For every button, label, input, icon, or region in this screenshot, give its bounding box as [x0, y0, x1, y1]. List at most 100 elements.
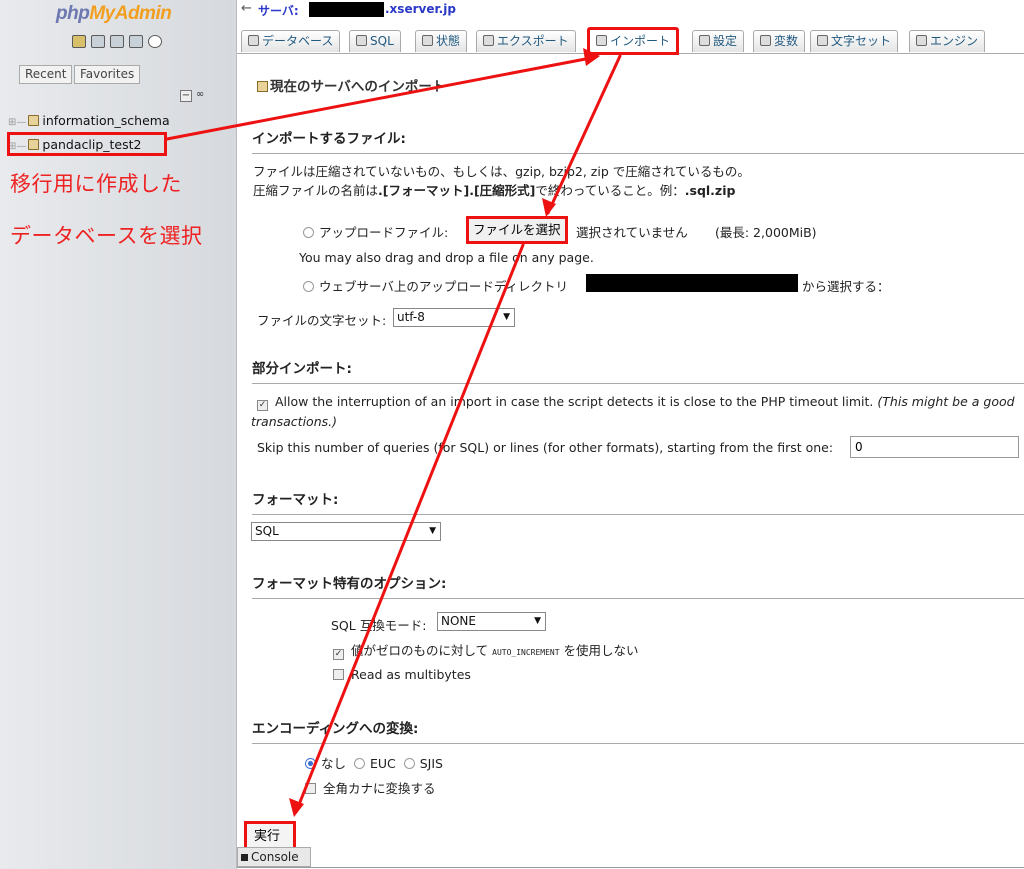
section-encoding-heading: エンコーディングへの変換: [252, 717, 1024, 744]
allow-interruption[interactable]: ✓ Allow the interruption of an import in … [257, 394, 1015, 411]
webserver-radio[interactable] [303, 281, 314, 292]
collapse-all-icon[interactable]: − [180, 90, 192, 102]
section-file-heading: インポートするファイル: [252, 127, 1024, 154]
top-menu: データベース SQL 状態 エクスポート インポート 設定 変数 文字セット エ… [237, 24, 1024, 55]
link-icon[interactable]: ∞ [194, 90, 206, 102]
read-multibytes[interactable]: Read as multibytes [333, 667, 471, 682]
encoding-none-radio[interactable] [305, 758, 316, 769]
format-select[interactable]: SQL ▼ [251, 522, 441, 541]
auto-inc-text-b: を使用しない [563, 643, 639, 658]
tab-export[interactable]: エクスポート [476, 30, 576, 52]
encoding-none-label: なし [321, 756, 347, 771]
chevron-down-icon: ▼ [429, 526, 436, 536]
encoding-sjis-label: SJIS [419, 756, 443, 771]
kana-checkbox[interactable] [305, 783, 316, 794]
upload-radio[interactable] [303, 227, 314, 238]
encoding-euc-radio[interactable] [353, 758, 365, 769]
phpmyadmin-logo[interactable]: phpMyAdmin [56, 3, 172, 25]
compat-value: NONE [441, 614, 476, 628]
allow-interrupt-checkbox[interactable]: ✓ [257, 400, 268, 411]
db-item-label: information_schema [42, 113, 170, 128]
tab-settings[interactable]: 設定 [692, 30, 745, 52]
tab-recent[interactable]: Recent [19, 65, 73, 84]
tab-import[interactable]: インポート [587, 27, 680, 55]
file-note-2b: .[フォーマット].[圧縮形式] [378, 183, 536, 198]
import-icon [596, 35, 607, 46]
home-icon[interactable] [72, 35, 86, 48]
max-size-text: (最長: 2,000MiB) [715, 225, 817, 240]
page-title: 現在のサーバへのインポート [257, 75, 445, 95]
allow-italic: (This might be a good [877, 394, 1015, 409]
skip-queries-input[interactable]: 0 [850, 436, 1019, 458]
navigation-panel: phpMyAdmin Recent Favorites − ∞ ⊞— inform… [0, 0, 237, 869]
skip-label: Skip this number of queries (for SQL) or… [257, 440, 834, 455]
charset-label: ファイルの文字セット: [257, 313, 387, 328]
tree-expand-icon[interactable]: ⊞— [8, 117, 26, 128]
refresh-icon[interactable] [148, 35, 162, 48]
multibytes-label: Read as multibytes [351, 667, 471, 682]
webserver-label: ウェブサーバ上のアップロードディレクトリ [319, 279, 569, 294]
encoding-euc-label: EUC [369, 756, 396, 771]
tab-label: インポート [610, 34, 671, 48]
file-note-1: ファイルは圧縮されていないもの、もしくは、gzip, bzip2, zip で圧… [253, 164, 750, 179]
db-item-information-schema[interactable]: ⊞— information_schema [8, 112, 170, 130]
logout-icon[interactable] [91, 35, 105, 48]
engines-icon [916, 35, 927, 46]
choose-file-button[interactable]: ファイルを選択 [466, 216, 568, 244]
upload-file-option[interactable]: アップロードファイル: [303, 222, 448, 241]
auto-inc-code: AUTO_INCREMENT [492, 648, 560, 657]
annotation-line1: 移行用に作成した [10, 172, 182, 196]
tab-status[interactable]: 状態 [415, 30, 468, 52]
encoding-sjis-radio[interactable] [403, 758, 415, 769]
section-format-heading: フォーマット: [252, 488, 1024, 515]
tab-engines[interactable]: エンジン [909, 30, 986, 52]
bottom-divider [237, 867, 1024, 868]
annotation-line2: データベースを選択 [10, 224, 203, 248]
highlight-box-database [7, 132, 167, 156]
charset-select[interactable]: utf-8 ▼ [393, 308, 515, 327]
tab-databases[interactable]: データベース [241, 30, 341, 52]
tab-label: エンジン [930, 34, 979, 48]
server-host[interactable]: .xserver.jp [385, 2, 456, 16]
kana-label: 全角カナに変換する [323, 781, 436, 796]
sql-query-icon[interactable] [110, 35, 124, 48]
tab-label: 文字セット [831, 34, 892, 48]
back-arrow-icon[interactable]: ← [241, 1, 252, 16]
tab-sql[interactable]: SQL [349, 30, 401, 52]
logo-part2: MyAdmin [89, 3, 172, 24]
server-label[interactable]: サーバ: [258, 2, 299, 19]
tab-charsets[interactable]: 文字セット [810, 30, 899, 52]
page-title-text: 現在のサーバへのインポート [270, 79, 446, 95]
file-note-2: 圧縮ファイルの名前は.[フォーマット].[圧縮形式]で終わっていること。例：.s… [253, 180, 735, 199]
auto-inc-text-a: 値がゼロのものに対して [351, 643, 489, 658]
variables-icon [760, 35, 771, 46]
tab-label: 設定 [713, 34, 738, 48]
logo-part1: php [56, 3, 90, 24]
multibytes-checkbox[interactable] [333, 669, 344, 680]
file-note-2c: で終わっていること。例： [535, 183, 685, 198]
section-partial-heading: 部分インポート: [252, 357, 1024, 384]
no-auto-increment-checkbox[interactable]: ✓ [333, 649, 344, 660]
no-auto-increment[interactable]: ✓ 値がゼロのものに対して AUTO_INCREMENT を使用しない [333, 640, 639, 660]
file-note-2d: .sql.zip [684, 183, 736, 198]
compat-select[interactable]: NONE ▼ [437, 612, 546, 631]
tab-label: 変数 [774, 34, 799, 48]
tab-label: データベース [262, 34, 334, 48]
tab-variables[interactable]: 変数 [753, 30, 806, 52]
compat-label: SQL 互換モード: [331, 618, 427, 633]
settings-icon [699, 35, 710, 46]
breadcrumb: ← サーバ: .xserver.jp [237, 0, 1024, 24]
tab-favorites[interactable]: Favorites [74, 65, 141, 84]
charset-value: utf-8 [397, 310, 425, 324]
console-button[interactable]: Console [237, 847, 311, 867]
nav-icon-bar [72, 35, 162, 48]
no-file-text: 選択されていません [576, 225, 688, 240]
main-content: 現在のサーバへのインポート インポートするファイル: ファイルは圧縮されていない… [244, 55, 1024, 869]
drag-drop-note: You may also drag and drop a file on any… [299, 250, 594, 265]
docs-icon[interactable] [129, 35, 143, 48]
export-icon [483, 35, 494, 46]
kana-convert[interactable]: 全角カナに変換する [305, 778, 436, 797]
webserver-option[interactable]: ウェブサーバ上のアップロードディレクトリ [303, 276, 568, 295]
chevron-down-icon: ▼ [534, 616, 541, 626]
redacted-server-name [309, 2, 384, 17]
